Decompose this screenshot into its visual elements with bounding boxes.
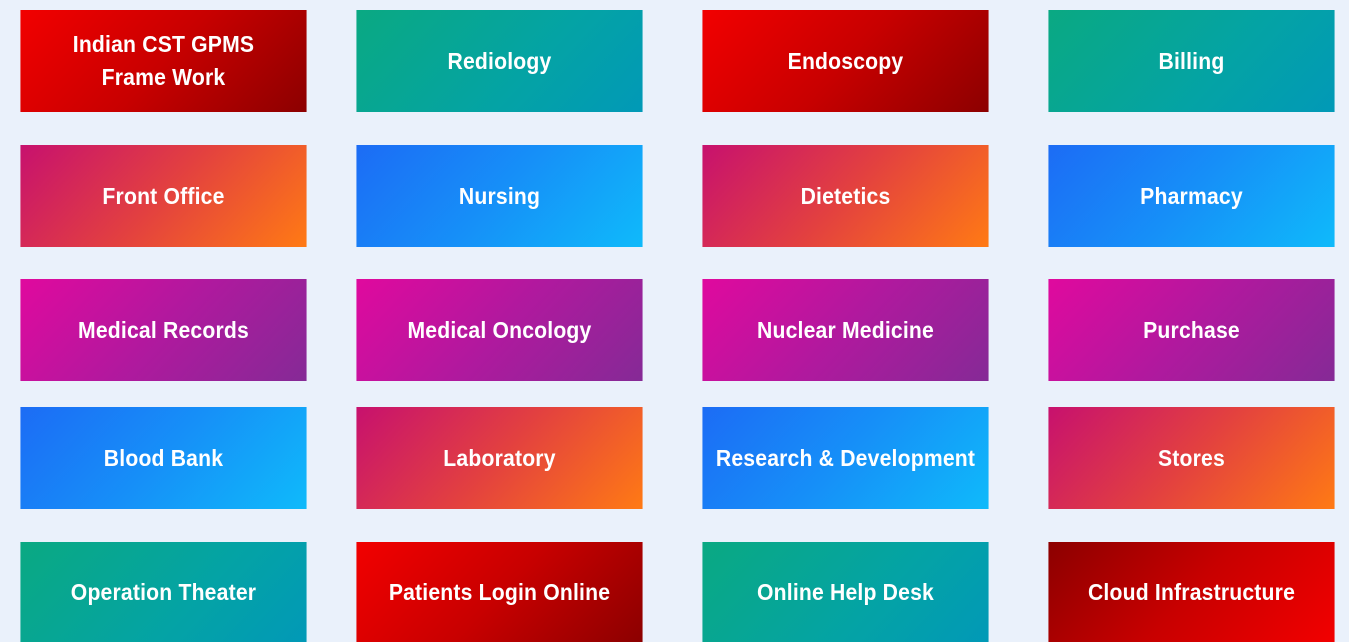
module-grid: Indian CST GPMS Frame Work Rediology End… [0,0,1349,642]
tile-label: Operation Theater [70,578,257,605]
tile-label: Indian CST GPMS Frame Work [72,31,255,90]
tile-label: Stores [1158,444,1225,471]
tile-label: Dietetics [800,182,891,209]
tile-front-office[interactable]: Front Office [20,145,307,247]
tile-label: Medical Oncology [407,316,592,343]
tile-online-help-desk[interactable]: Online Help Desk [702,542,989,642]
tile-label: Research & Development [715,444,976,471]
tile-blood-bank[interactable]: Blood Bank [20,407,307,509]
tile-label: Nuclear Medicine [756,316,934,343]
tile-indian-cst-gpms-framework[interactable]: Indian CST GPMS Frame Work [20,10,307,112]
tile-label: Purchase [1143,316,1240,343]
tile-rediology[interactable]: Rediology [356,10,643,112]
tile-label: Blood Bank [103,444,224,471]
tile-label: Nursing [458,182,541,209]
tile-billing[interactable]: Billing [1048,10,1335,112]
tile-label: Laboratory [443,444,556,471]
tile-research-development[interactable]: Research & Development [702,407,989,509]
tile-stores[interactable]: Stores [1048,407,1335,509]
tile-cloud-infrastructure[interactable]: Cloud Infrastructure [1048,542,1335,642]
tile-nursing[interactable]: Nursing [356,145,643,247]
tile-medical-records[interactable]: Medical Records [20,279,307,381]
tile-medical-oncology[interactable]: Medical Oncology [356,279,643,381]
tile-laboratory[interactable]: Laboratory [356,407,643,509]
tile-pharmacy[interactable]: Pharmacy [1048,145,1335,247]
tile-label: Patients Login Online [388,578,611,605]
tile-label: Endoscopy [787,47,904,74]
tile-label: Medical Records [78,316,249,343]
tile-endoscopy[interactable]: Endoscopy [702,10,989,112]
tile-nuclear-medicine[interactable]: Nuclear Medicine [702,279,989,381]
tile-label: Front Office [102,182,225,209]
tile-label: Cloud Infrastructure [1087,578,1296,605]
tile-label: Billing [1158,47,1225,74]
tile-dietetics[interactable]: Dietetics [702,145,989,247]
tile-operation-theater[interactable]: Operation Theater [20,542,307,642]
tile-purchase[interactable]: Purchase [1048,279,1335,381]
tile-label: Pharmacy [1140,182,1243,209]
tile-label: Rediology [447,47,552,74]
tile-label: Online Help Desk [757,578,934,605]
tile-patients-login-online[interactable]: Patients Login Online [356,542,643,642]
